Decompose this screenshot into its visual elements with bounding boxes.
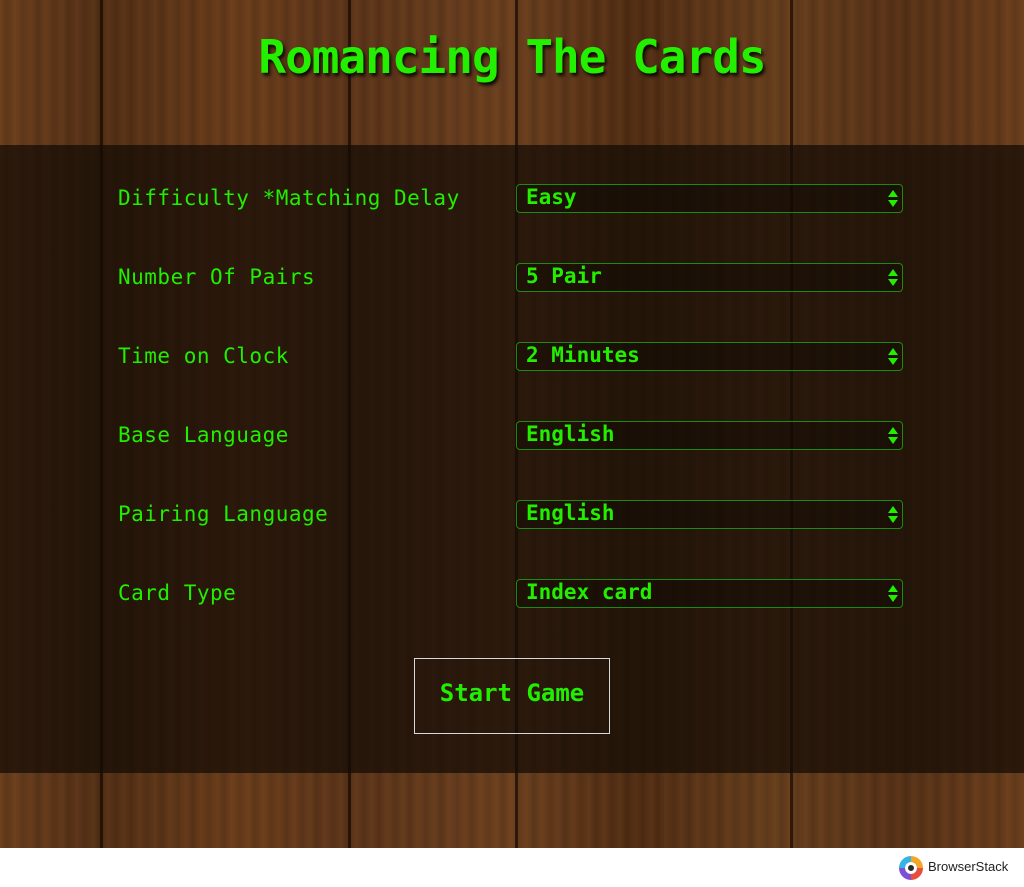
- select-arrows-icon: [888, 585, 898, 603]
- start-game-button[interactable]: Start Game: [414, 658, 610, 734]
- setting-row-card-type: Card Type Index card: [0, 579, 1024, 611]
- select-arrows-icon: [888, 190, 898, 208]
- setting-row-pairs: Number Of Pairs 5 Pair: [0, 263, 1024, 295]
- difficulty-label: Difficulty *Matching Delay: [118, 186, 460, 210]
- difficulty-select[interactable]: Easy: [516, 184, 903, 213]
- base-language-value: English: [526, 422, 615, 446]
- difficulty-value: Easy: [526, 185, 577, 209]
- card-type-select[interactable]: Index card: [516, 579, 903, 608]
- pairs-select[interactable]: 5 Pair: [516, 263, 903, 292]
- browserstack-logo-icon: [899, 856, 923, 880]
- page-title: Romancing The Cards: [258, 30, 766, 84]
- select-arrows-icon: [888, 506, 898, 524]
- start-game-label: Start Game: [439, 679, 585, 707]
- base-language-label: Base Language: [118, 423, 289, 447]
- pairs-label: Number Of Pairs: [118, 265, 316, 289]
- base-language-select[interactable]: English: [516, 421, 903, 450]
- card-type-value: Index card: [526, 580, 653, 604]
- setting-row-difficulty: Difficulty *Matching Delay Easy: [0, 184, 1024, 216]
- setting-row-pairing-language: Pairing Language English: [0, 500, 1024, 532]
- browserstack-brand: BrowserStack: [928, 859, 1009, 874]
- time-label: Time on Clock: [118, 344, 289, 368]
- select-arrows-icon: [888, 427, 898, 445]
- pairing-language-value: English: [526, 501, 615, 525]
- pairing-language-select[interactable]: English: [516, 500, 903, 529]
- time-select[interactable]: 2 Minutes: [516, 342, 903, 371]
- select-arrows-icon: [888, 269, 898, 287]
- pairing-language-label: Pairing Language: [118, 502, 329, 526]
- card-type-label: Card Type: [118, 581, 237, 605]
- select-arrows-icon: [888, 348, 898, 366]
- time-value: 2 Minutes: [526, 343, 640, 367]
- setting-row-base-language: Base Language English: [0, 421, 1024, 453]
- setting-row-time: Time on Clock 2 Minutes: [0, 342, 1024, 374]
- footer-bar: BrowserStack: [0, 848, 1024, 887]
- pairs-value: 5 Pair: [526, 264, 602, 288]
